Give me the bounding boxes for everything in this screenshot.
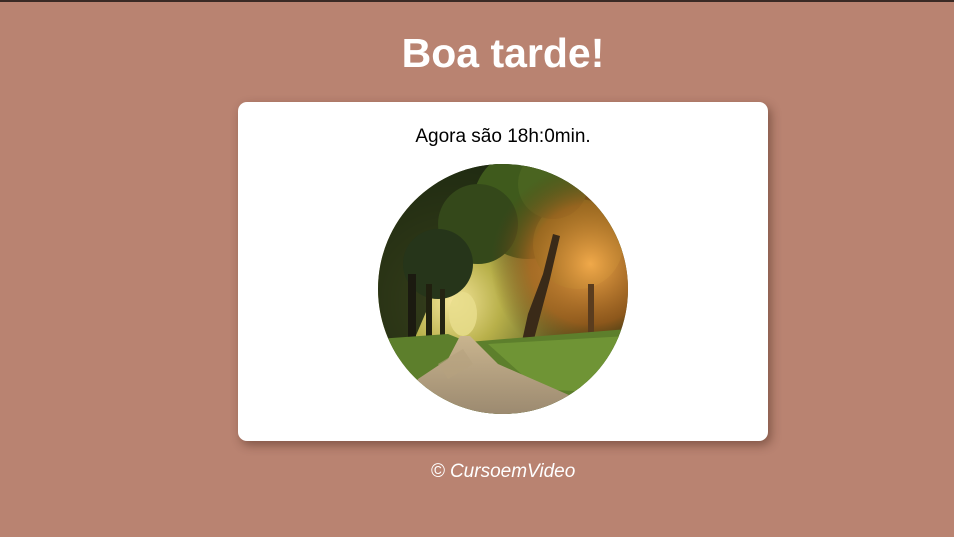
greeting-heading: Boa tarde! [401, 30, 605, 76]
forest-path-illustration [378, 164, 628, 414]
time-card: Agora são 18h:0min. [238, 102, 768, 441]
current-time-text: Agora são 18h:0min. [415, 126, 591, 147]
window-top-border [0, 0, 954, 2]
time-of-day-image [378, 164, 628, 414]
footer-credit: © CursoemVideo [430, 461, 576, 482]
